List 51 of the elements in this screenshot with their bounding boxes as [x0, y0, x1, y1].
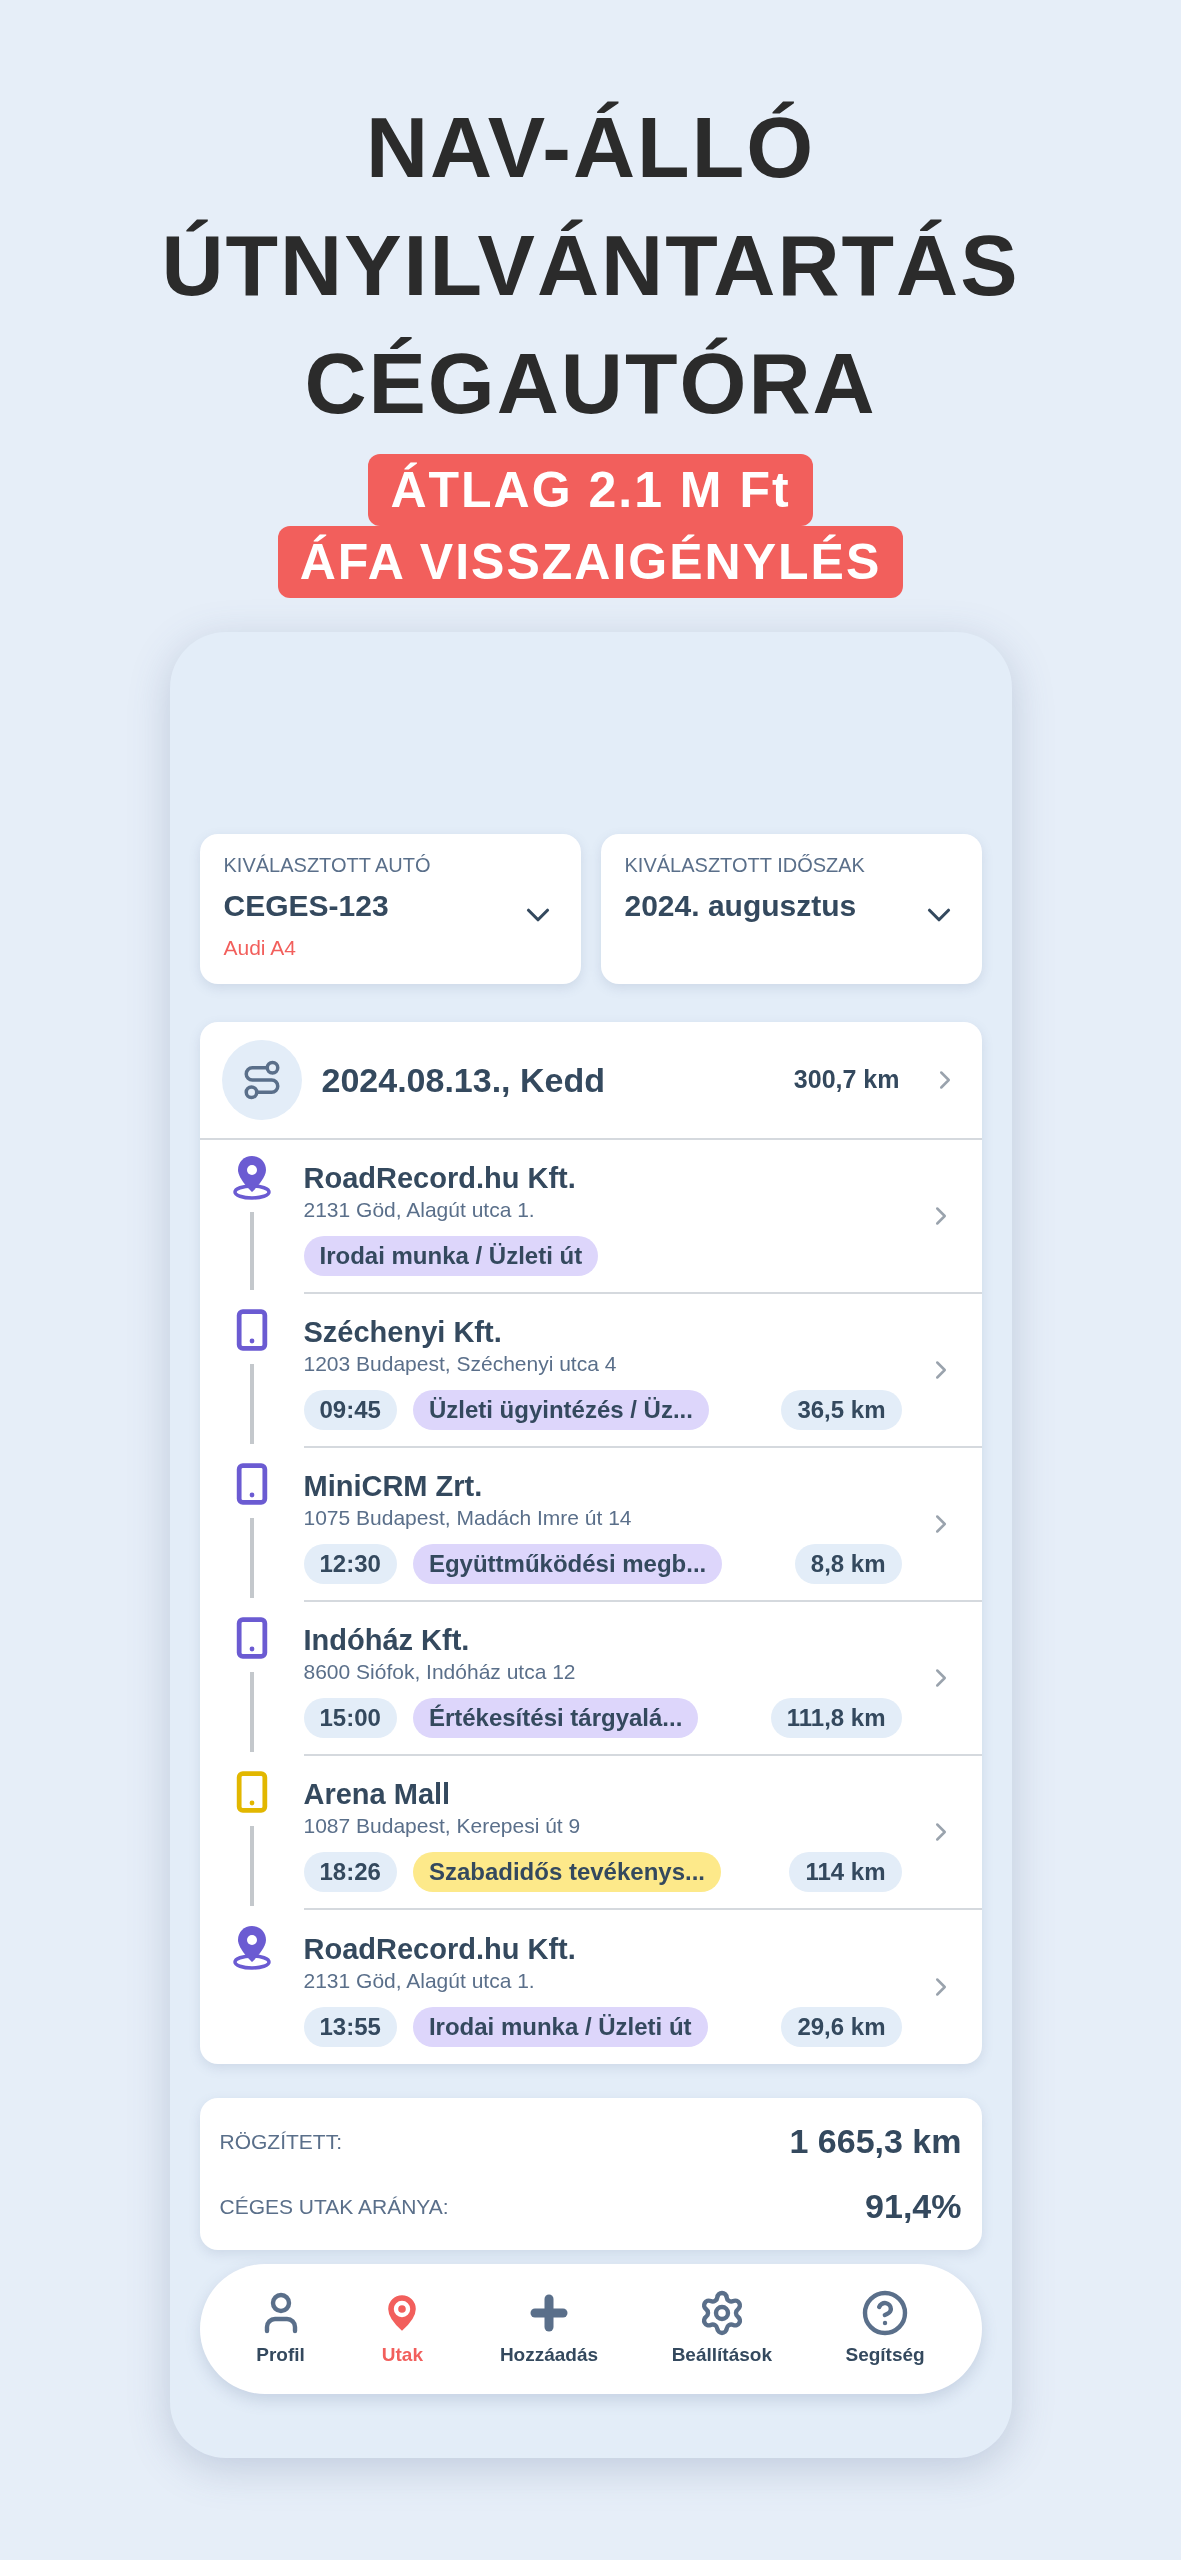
distance-chip: 36,5 km: [781, 1390, 902, 1430]
summary-value: 91,4%: [865, 2186, 962, 2227]
stop-name: Arena Mall: [303, 1777, 452, 1812]
category-tag: Értékesítési tárgyalá...: [412, 1698, 699, 1738]
headline-text: NAV-ÁLLÓ: [365, 98, 816, 197]
stop-name: RoadRecord.hu Kft.: [303, 1932, 577, 1967]
headline-text: CÉGAUTÓRA: [304, 334, 877, 433]
summary-label: CÉGES UTAK ARÁNYA:: [219, 2193, 449, 2220]
stop-name: RoadRecord.hu Kft.: [303, 1161, 577, 1196]
category-tag: Irodai munka / Üzleti út: [412, 2007, 708, 2047]
summary-value: 1 665,3 km: [789, 2121, 962, 2162]
stop-name: MiniCRM Zrt.: [303, 1469, 484, 1504]
time-chip: 09:45: [303, 1390, 397, 1430]
promo-badge: ÁFA VISSZAIGÉNYLÉS: [277, 526, 904, 598]
dropdown-label: KIVÁLASZTOTT IDŐSZAK: [624, 853, 866, 878]
nav-tab[interactable]: Beállítások: [671, 2288, 772, 2370]
category-tag: Irodai munka / Üzleti út: [303, 1236, 599, 1276]
category-tag: Szabadidős tevékenys...: [412, 1852, 721, 1892]
time-chip: 12:30: [303, 1544, 397, 1584]
stop-address: 1087 Budapest, Kerepesi út 9: [303, 1813, 582, 1839]
time-chip: 15:00: [303, 1698, 397, 1738]
distance-chip: 8,8 km: [794, 1544, 902, 1584]
promo-badge: ÁTLAG 2.1 M Ft: [368, 454, 813, 526]
distance-chip: 29,6 km: [781, 2007, 902, 2047]
stop-address: 8600 Siófok, Indóház utca 12: [303, 1659, 577, 1685]
stop-address: 2131 Göd, Alagút utca 1.: [303, 1968, 536, 1994]
nav-tab[interactable]: Profil: [256, 2288, 305, 2370]
distance-chip: 114 km: [789, 1852, 902, 1892]
dropdown-value: CEGES-123: [223, 888, 390, 924]
category-tag: Együttműködési megb...: [412, 1544, 723, 1584]
stop-address: 1075 Budapest, Madách Imre út 14: [303, 1505, 633, 1531]
stop-name: Széchenyi Kft.: [303, 1315, 503, 1350]
dropdown-card[interactable]: KIVÁLASZTOTT IDŐSZAK 2024. augusztus: [600, 834, 982, 984]
time-chip: 13:55: [303, 2007, 397, 2047]
headline-text: ÚTNYILVÁNTARTÁS: [161, 216, 1020, 315]
nav-tab[interactable]: Hozzáadás: [499, 2288, 599, 2370]
stop-address: 2131 Göd, Alagút utca 1.: [303, 1197, 536, 1223]
help-icon: [861, 2288, 910, 2337]
category-tag: Üzleti ügyintézés / Üz...: [412, 1390, 709, 1430]
dropdown-card[interactable]: KIVÁLASZTOTT AUTÓ CEGES-123 Audi A4: [199, 834, 581, 984]
car-model-text: Audi A4: [223, 935, 297, 961]
distance-chip: 111,8 km: [770, 1698, 902, 1738]
trip-date: 2024.08.13., Kedd: [321, 1059, 606, 1101]
dropdown-label: KIVÁLASZTOTT AUTÓ: [223, 853, 432, 878]
stop-name: Indóház Kft.: [303, 1623, 471, 1658]
summary-label: RÖGZÍTETT:: [219, 2128, 342, 2155]
time-chip: 18:26: [303, 1852, 397, 1892]
nav-tab[interactable]: Segítség: [845, 2288, 925, 2370]
trip-distance: 300,7 km: [793, 1064, 900, 1096]
dropdown-value: 2024. augusztus: [624, 888, 858, 924]
stop-address: 1203 Budapest, Széchenyi utca 4: [303, 1351, 618, 1377]
